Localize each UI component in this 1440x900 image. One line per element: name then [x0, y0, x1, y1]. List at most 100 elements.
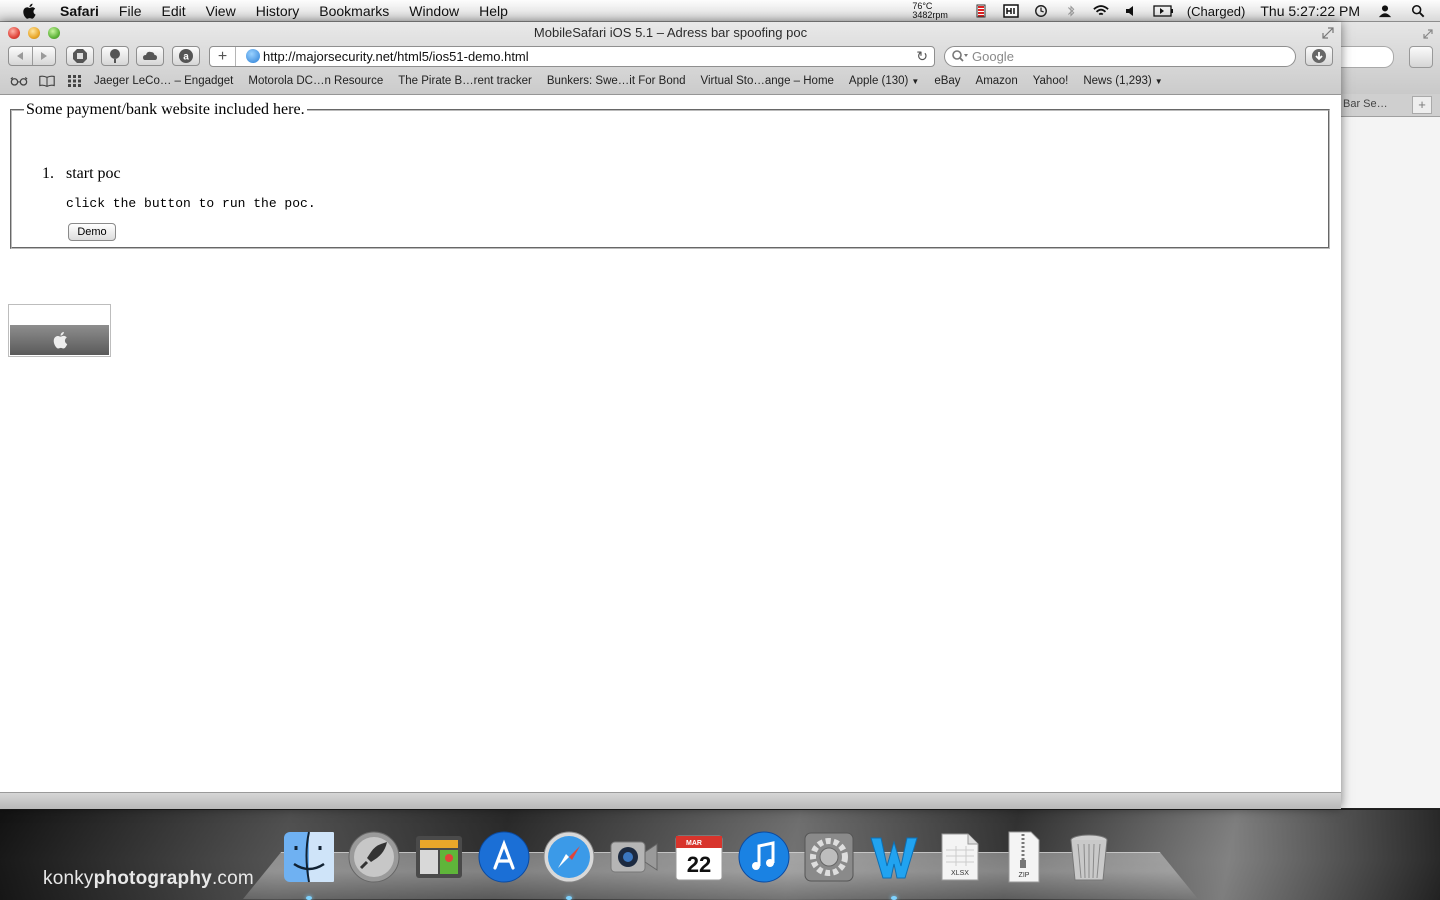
address-bar[interactable]: + http://majorsecurity.net/html5/ios51-d… — [209, 46, 935, 67]
battery-status-text[interactable]: (Charged) — [1187, 4, 1246, 19]
bookmark-item[interactable]: eBay — [934, 75, 960, 87]
back-button[interactable] — [9, 47, 33, 65]
chevron-down-icon: ▼ — [911, 77, 920, 86]
payment-site-fieldset: Some payment/bank website included here.… — [10, 101, 1330, 249]
xlsx-document-icon: XLSX — [941, 833, 979, 881]
back-arrow-icon — [17, 52, 24, 60]
apple-menu-icon[interactable] — [20, 2, 38, 20]
bookmark-folder-apple[interactable]: Apple (130) ▼ — [849, 75, 919, 87]
background-tab[interactable]: Bar Se… + — [1341, 94, 1440, 117]
forward-button[interactable] — [33, 47, 56, 65]
menu-help[interactable]: Help — [469, 0, 518, 22]
bookmark-item[interactable]: The Pirate B…rent tracker — [398, 75, 532, 87]
dock-safari[interactable] — [540, 828, 598, 900]
add-bookmark-button[interactable]: + — [210, 47, 236, 66]
dock-finder[interactable] — [280, 828, 338, 900]
volume-icon[interactable] — [1123, 4, 1139, 18]
trash-icon — [1070, 834, 1108, 881]
rocket-icon — [348, 831, 400, 883]
fieldset-legend: Some payment/bank website included here. — [26, 101, 305, 118]
apple-logo-icon — [53, 331, 67, 349]
dock-xlsx-file[interactable]: XLSX — [930, 828, 988, 886]
cloud-icon — [143, 51, 157, 60]
bookmarks-book-icon[interactable] — [38, 74, 56, 88]
amazon-extension-button[interactable]: a — [172, 46, 200, 66]
menu-bar: Safari File Edit View History Bookmarks … — [0, 0, 1440, 22]
bookmark-item[interactable]: Amazon — [976, 75, 1018, 87]
menu-history[interactable]: History — [246, 0, 310, 22]
dock-system-preferences[interactable] — [800, 828, 858, 886]
stop-sign-icon — [73, 49, 87, 63]
preview-toolbar — [10, 325, 109, 355]
temperature-monitor[interactable]: 76°C 3482rpm — [912, 2, 948, 20]
svg-text:22: 22 — [687, 852, 711, 877]
search-field[interactable]: Google — [944, 46, 1296, 67]
wallpaper-watermark: konkyphotography.com — [43, 868, 254, 889]
bookmark-item[interactable]: Virtual Sto…ange – Home — [701, 75, 834, 87]
menu-window[interactable]: Window — [399, 0, 469, 22]
time-machine-icon[interactable] — [1033, 4, 1049, 18]
extension-button-2[interactable] — [101, 46, 129, 66]
background-tab-label: Bar Se… — [1343, 98, 1388, 110]
background-search-field[interactable] — [1341, 46, 1394, 68]
menu-bookmarks[interactable]: Bookmarks — [309, 0, 399, 22]
downloads-button[interactable] — [1305, 46, 1333, 66]
battery-icon[interactable] — [1153, 4, 1175, 18]
safari-compass-icon — [543, 831, 595, 883]
background-downloads-button[interactable] — [1409, 46, 1433, 68]
top-sites-grid-icon[interactable] — [66, 74, 84, 88]
new-tab-button[interactable]: + — [1412, 96, 1432, 114]
menu-app-safari[interactable]: Safari — [50, 0, 109, 22]
extension-button-1[interactable] — [66, 46, 94, 66]
address-url[interactable]: http://majorsecurity.net/html5/ios51-dem… — [263, 49, 529, 64]
dock-app-store[interactable] — [475, 828, 533, 886]
extension-button-3[interactable] — [136, 46, 164, 66]
bookmarks-bar: Jaeger LeCo… – Engadget Motorola DC…n Re… — [0, 71, 1341, 91]
dock: MAR 22 XLSX ZIP — [280, 816, 1125, 900]
demo-button[interactable]: Demo — [68, 223, 116, 241]
dock-zip-file[interactable]: ZIP — [995, 828, 1053, 886]
bookmark-item[interactable]: Jaeger LeCo… – Engadget — [94, 75, 233, 87]
user-icon[interactable] — [1377, 4, 1393, 18]
list-item: start poc — [66, 165, 121, 182]
bookmark-folder-news[interactable]: News (1,293) ▼ — [1083, 75, 1162, 87]
spotlight-icon[interactable] — [1410, 4, 1426, 18]
dock-itunes[interactable] — [735, 828, 793, 886]
itunes-note-icon — [738, 831, 790, 883]
forward-arrow-icon — [40, 52, 47, 60]
menu-file[interactable]: File — [109, 0, 152, 22]
list-number: 1. — [42, 165, 54, 182]
menu-view[interactable]: View — [196, 0, 246, 22]
reading-list-icon[interactable] — [10, 74, 28, 88]
reload-icon[interactable]: ↻ — [916, 48, 928, 65]
dock-facetime[interactable] — [605, 828, 663, 886]
background-safari-window[interactable]: Bar Se… + — [1341, 22, 1440, 808]
background-window-toolbar — [1341, 22, 1440, 95]
menu-edit[interactable]: Edit — [151, 0, 195, 22]
web-page-content: Some payment/bank website included here.… — [0, 95, 1341, 795]
bookmark-item[interactable]: Motorola DC…n Resource — [248, 75, 383, 87]
status-box-icon[interactable] — [1003, 4, 1019, 18]
wifi-icon[interactable] — [1093, 4, 1109, 18]
dock-launchpad[interactable] — [345, 828, 403, 886]
fullscreen-icon[interactable] — [1321, 26, 1335, 40]
poc-steps-list: 1. start poc — [42, 165, 121, 183]
bookmark-item[interactable]: Bunkers: Swe…it For Bond — [547, 75, 686, 87]
dock-calendar[interactable]: MAR 22 — [670, 828, 728, 886]
menu-extras: 76°C 3482rpm (Charged) Thu 5:27:22 PM — [912, 0, 1440, 22]
dock-word[interactable] — [865, 828, 923, 900]
memory-meter-icon[interactable] — [973, 4, 989, 18]
clock[interactable]: Thu 5:27:22 PM — [1260, 3, 1360, 19]
dock-trash[interactable] — [1060, 828, 1118, 886]
chevron-down-icon: ▼ — [1154, 77, 1163, 86]
bluetooth-icon[interactable] — [1063, 4, 1079, 18]
back-forward-buttons — [8, 46, 56, 66]
bookmark-item[interactable]: Yahoo! — [1033, 75, 1069, 87]
calendar-icon: MAR 22 — [675, 835, 723, 881]
safari-window: MobileSafari iOS 5.1 – Adress bar spoofi… — [0, 22, 1341, 809]
svg-text:MAR: MAR — [686, 840, 702, 847]
finder-icon — [284, 831, 334, 883]
running-indicator — [891, 896, 897, 900]
background-fullscreen-icon[interactable] — [1422, 28, 1434, 40]
dock-preview[interactable] — [410, 828, 468, 886]
